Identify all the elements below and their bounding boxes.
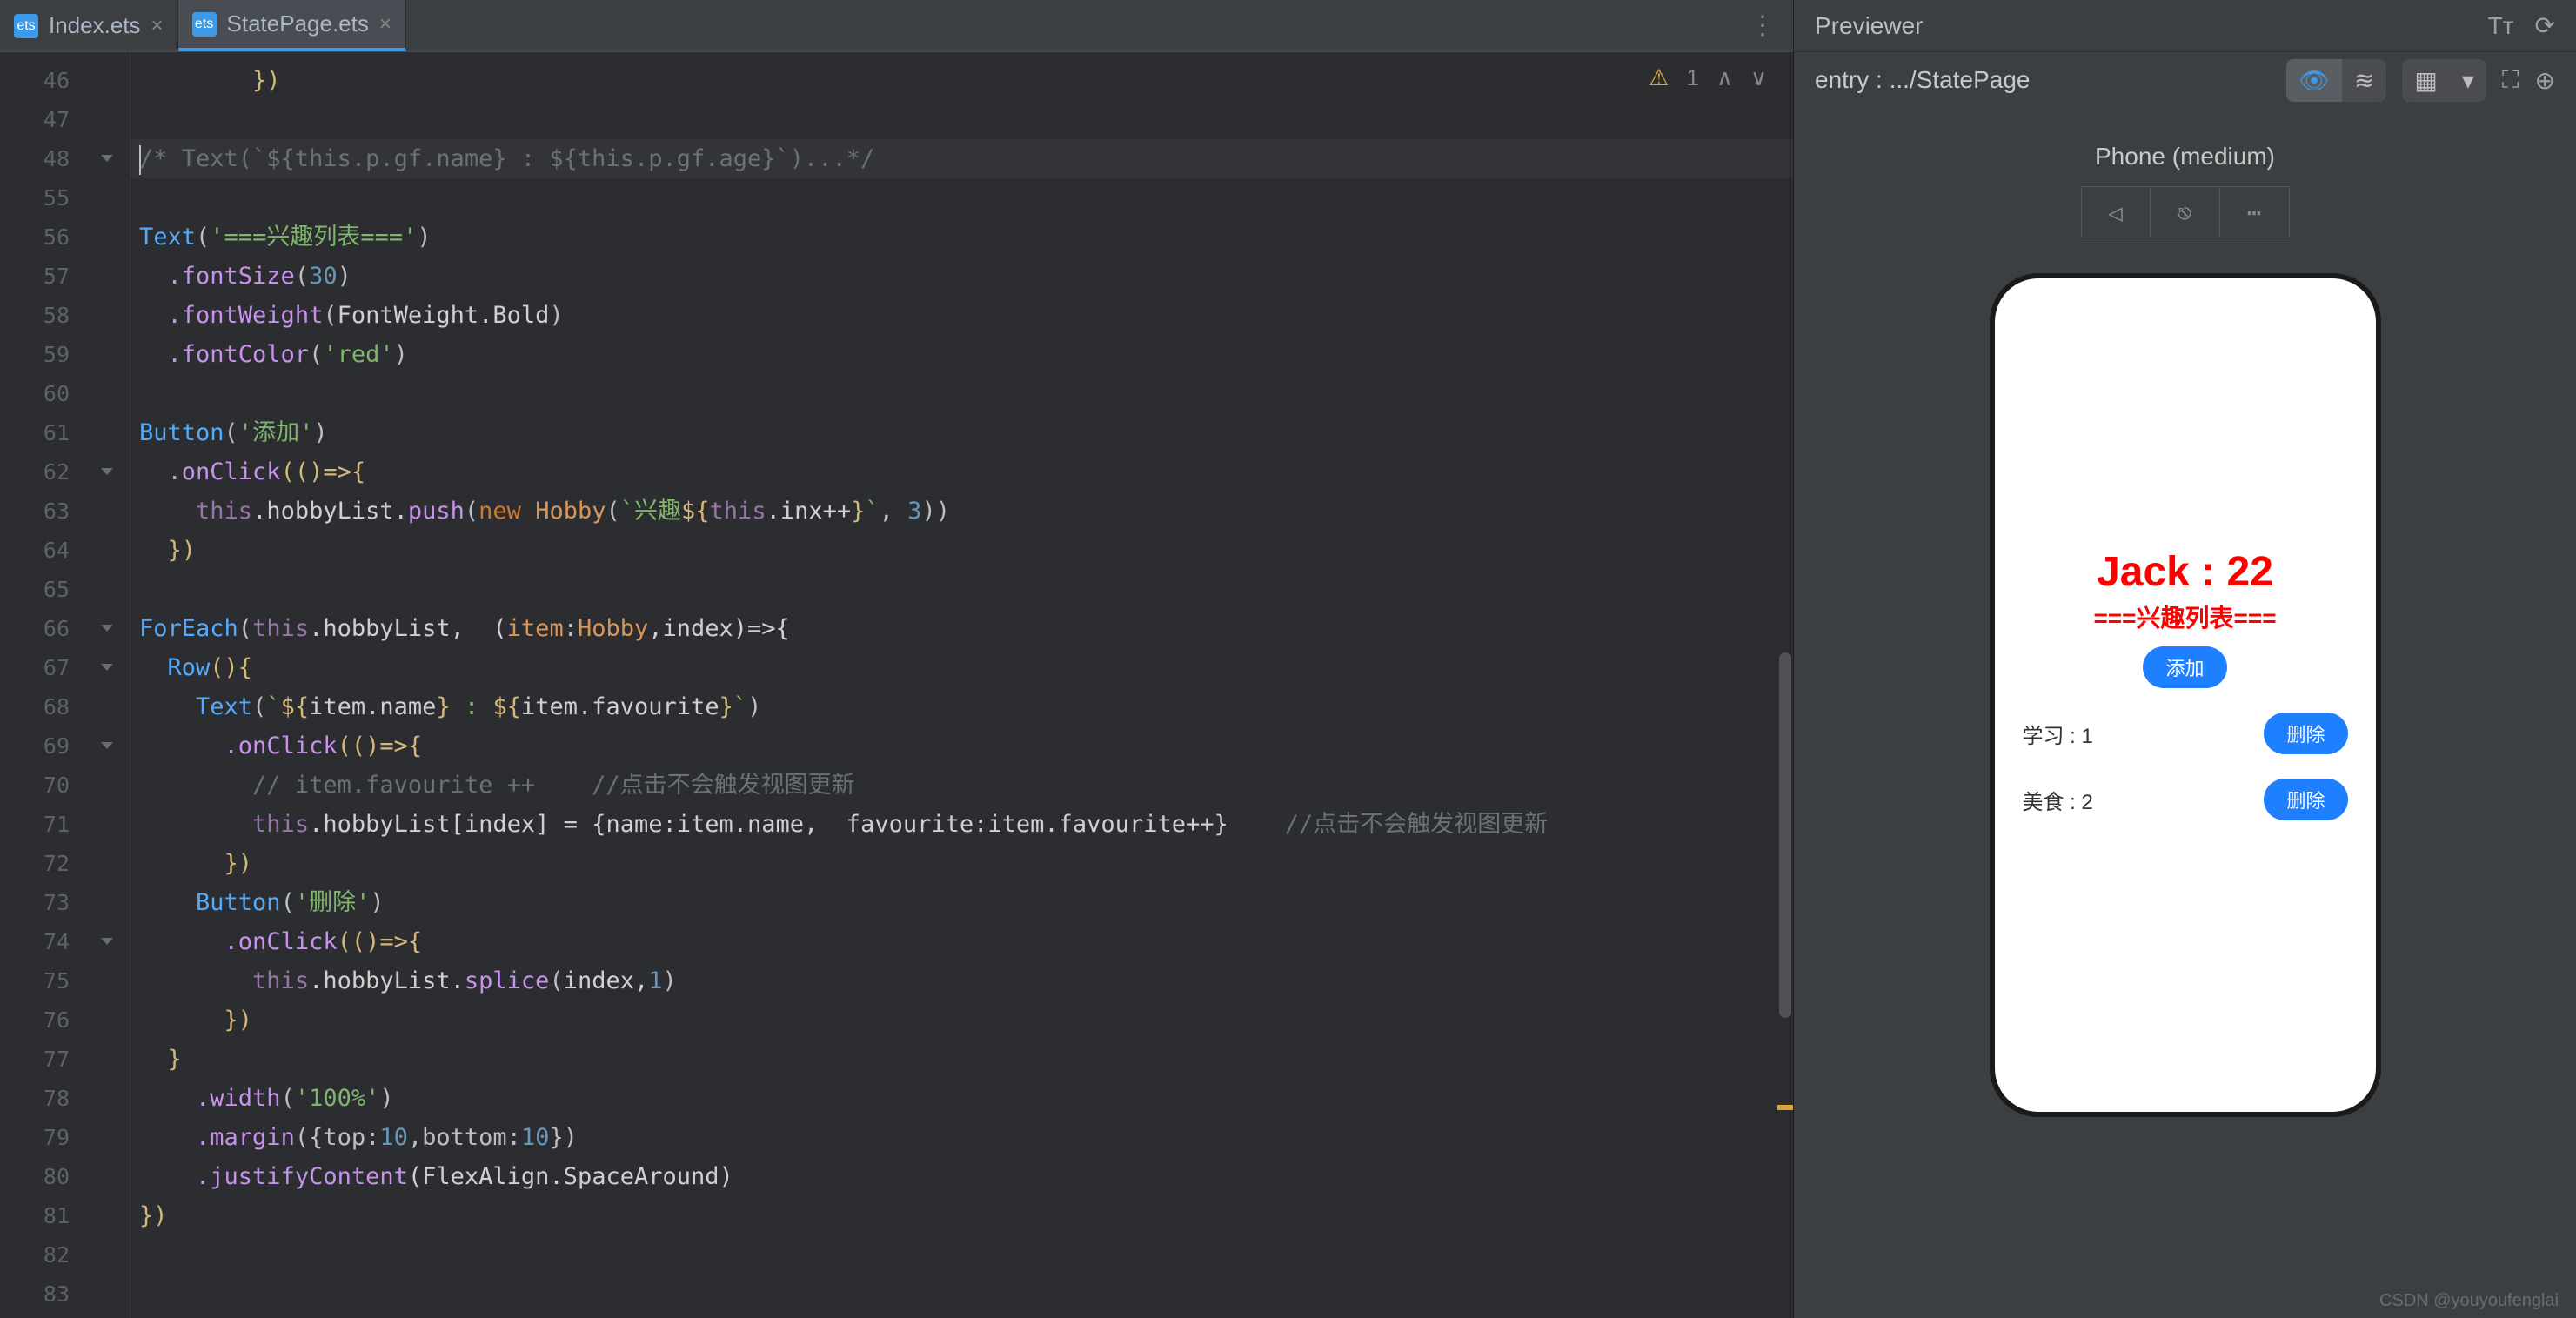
inspect-toggle[interactable]: 👁 ≋ xyxy=(2286,59,2386,102)
code-line: } xyxy=(130,1314,1793,1318)
tabs-bar: ets Index.ets × ets StatePage.ets × ⋮ xyxy=(0,0,1793,52)
phone-side-button xyxy=(2378,452,2381,531)
gutter-marker xyxy=(1777,1105,1793,1110)
code-line: Text(`${item.name} : ${item.favourite}`) xyxy=(130,687,1793,726)
code-line: }) xyxy=(130,1196,1793,1235)
code-line: this.hobbyList.push(new Hobby(`兴趣${this.… xyxy=(130,492,1793,531)
code-line xyxy=(130,570,1793,609)
fold-marker-icon[interactable] xyxy=(101,625,113,632)
code-line: } xyxy=(130,1040,1793,1079)
device-label: Phone (medium) xyxy=(1794,108,2576,186)
code-line: }) xyxy=(130,844,1793,883)
fold-marker-icon[interactable] xyxy=(101,155,113,162)
item-label: 学习 : 1 xyxy=(2023,719,2093,749)
nav-back-icon[interactable]: ◁ xyxy=(2081,186,2151,238)
previewer-title: Previewer xyxy=(1815,12,1923,40)
close-icon[interactable]: × xyxy=(379,12,391,37)
scrollbar-thumb[interactable] xyxy=(1779,652,1791,1018)
list-item: 学习 : 1 删除 xyxy=(1995,713,2376,754)
warning-count: 1 xyxy=(1686,64,1698,91)
refresh-icon[interactable]: ⟳ xyxy=(2535,11,2555,40)
tab-index-ets[interactable]: ets Index.ets × xyxy=(0,0,178,51)
eye-icon: 👁 xyxy=(2286,59,2342,102)
item-label: 美食 : 2 xyxy=(2023,785,2093,815)
chevron-down-icon: ▾ xyxy=(2450,59,2486,102)
fold-marker-icon[interactable] xyxy=(101,938,113,945)
zoom-icon[interactable]: ⊕ xyxy=(2535,66,2555,95)
expand-icon[interactable]: ⛶ xyxy=(2502,66,2519,95)
watermark: CSDN @youyoufenglai xyxy=(2379,1291,2559,1311)
app-subtitle: ===兴趣列表=== xyxy=(1995,599,2376,634)
code-line: }) xyxy=(130,61,1793,100)
code-line: Text('===兴趣列表===') xyxy=(130,217,1793,257)
code-line: ForEach(this.hobbyList, (item:Hobby,inde… xyxy=(130,609,1793,648)
code-line: .onClick(()=>{ xyxy=(130,922,1793,961)
code-line: this.hobbyList.splice(index,1) xyxy=(130,961,1793,1000)
code-line xyxy=(130,1235,1793,1275)
code-line: .margin({top:10,bottom:10}) xyxy=(130,1118,1793,1157)
tab-statepage-ets[interactable]: ets StatePage.ets × xyxy=(178,0,406,51)
previewer-pane: Previewer Tᴛ ⟳ ⚙ entry : .../StatePage 👁… xyxy=(1793,0,2576,1318)
code-editor[interactable]: 46 47 48 55 56 57 58 59 60 61 62 63 64 6… xyxy=(0,52,1793,1318)
code-line: }) xyxy=(130,1000,1793,1040)
warning-icon: ⚠ xyxy=(1649,64,1669,91)
more-icon[interactable]: ⋯ xyxy=(2220,186,2290,238)
next-issue-icon[interactable]: ∨ xyxy=(1750,64,1767,91)
fold-column xyxy=(96,52,130,1318)
code-line: .fontSize(30) xyxy=(130,257,1793,296)
code-line: Row(){ xyxy=(130,648,1793,687)
phone-preview: Jack : 22 ===兴趣列表=== 添加 学习 : 1 删除 美食 : 2… xyxy=(1990,273,2381,1117)
tab-label: StatePage.ets xyxy=(227,10,369,37)
editor-area: ets Index.ets × ets StatePage.ets × ⋮ 46… xyxy=(0,0,1793,1318)
code-line: this.hobbyList[index] = {name:item.name,… xyxy=(130,805,1793,844)
ets-file-icon: ets xyxy=(14,14,38,38)
code-line: /* Text(`${this.p.gf.name} : ${this.p.gf… xyxy=(130,139,1793,178)
code-line xyxy=(130,178,1793,217)
prev-issue-icon[interactable]: ∧ xyxy=(1716,64,1733,91)
ets-file-icon: ets xyxy=(192,12,217,37)
view-mode-group[interactable]: ▦ ▾ xyxy=(2402,59,2486,102)
code-line: .fontColor('red') xyxy=(130,335,1793,374)
delete-button[interactable]: 删除 xyxy=(2264,779,2347,820)
text-size-icon[interactable]: Tᴛ xyxy=(2488,12,2514,40)
add-button[interactable]: 添加 xyxy=(2143,646,2226,688)
code-line: Button('删除') xyxy=(130,883,1793,922)
close-icon[interactable]: × xyxy=(151,14,164,38)
editor-indicators[interactable]: ⚠ 1 ∧ ∨ xyxy=(1649,64,1767,91)
code-line: .onClick(()=>{ xyxy=(130,726,1793,766)
grid-icon: ▦ xyxy=(2402,59,2449,102)
code-line: // item.favourite ++ //点击不会触发视图更新 xyxy=(130,766,1793,805)
list-item: 美食 : 2 删除 xyxy=(1995,779,2376,820)
code-line xyxy=(130,374,1793,413)
entry-label: entry : .../StatePage xyxy=(1815,66,2030,94)
code-line xyxy=(130,1275,1793,1314)
layers-icon: ≋ xyxy=(2342,59,2386,102)
code-line: .fontWeight(FontWeight.Bold) xyxy=(130,296,1793,335)
code-line xyxy=(130,100,1793,139)
fold-marker-icon[interactable] xyxy=(101,664,113,671)
code-line: }) xyxy=(130,531,1793,570)
fold-marker-icon[interactable] xyxy=(101,468,113,475)
code-line: .justifyContent(FlexAlign.SpaceAround) xyxy=(130,1157,1793,1196)
line-gutter: 46 47 48 55 56 57 58 59 60 61 62 63 64 6… xyxy=(0,52,96,1318)
device-controls: ◁ ⎋ ⋯ xyxy=(1794,186,2576,238)
fold-marker-icon[interactable] xyxy=(101,742,113,749)
phone-side-button xyxy=(2378,548,2381,687)
tab-label: Index.ets xyxy=(49,12,141,39)
delete-button[interactable]: 删除 xyxy=(2264,713,2347,754)
code-line: .width('100%') xyxy=(130,1079,1793,1118)
rotate-icon[interactable]: ⎋ xyxy=(2151,186,2220,238)
code-line: Button('添加') xyxy=(130,413,1793,452)
tabs-more-icon[interactable]: ⋮ xyxy=(1732,10,1793,41)
code-line: .onClick(()=>{ xyxy=(130,452,1793,492)
app-title: Jack : 22 xyxy=(1995,548,2376,596)
